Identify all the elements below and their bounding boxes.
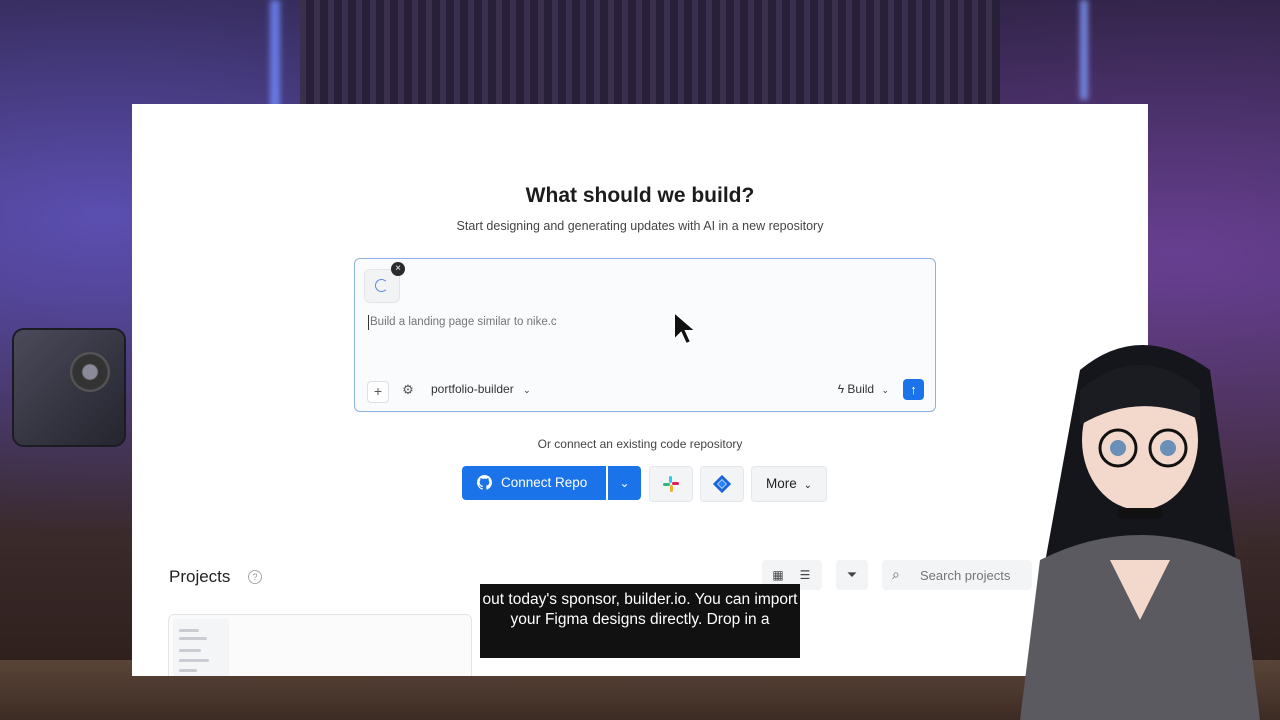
grid-view-icon[interactable]: ▦ <box>770 567 786 583</box>
cursor-icon <box>672 309 699 351</box>
connect-hint: Or connect an existing code repository <box>537 437 743 451</box>
spinner-icon <box>375 279 388 292</box>
page-subtitle: Start designing and generating updates w… <box>456 219 824 233</box>
page-title: What should we build? <box>525 184 755 207</box>
connect-repo-label: Connect Repo <box>501 475 588 490</box>
filter-button[interactable]: ⏷ <box>836 560 868 590</box>
list-view-icon[interactable]: ☰ <box>797 567 813 583</box>
prompt-input[interactable] <box>368 315 772 329</box>
search-icon: ⌕ <box>892 566 900 582</box>
close-icon[interactable]: × <box>391 262 405 276</box>
project-thumbnail <box>173 619 229 676</box>
caption-subtitle: out today's sponsor, builder.io. You can… <box>480 584 800 658</box>
more-label: More <box>766 476 797 491</box>
vtuber-avatar <box>1020 345 1260 720</box>
project-card[interactable] <box>168 614 472 676</box>
slack-button[interactable] <box>649 466 693 502</box>
filter-icon: ⏷ <box>846 567 858 582</box>
help-icon[interactable]: ? <box>248 570 262 584</box>
background-curtain <box>300 0 1000 110</box>
github-icon <box>477 466 492 500</box>
chevron-down-icon: ⌄ <box>523 385 531 395</box>
connect-repo-button[interactable]: Connect Repo <box>462 466 606 500</box>
lightning-icon: ϟ <box>837 382 845 396</box>
chevron-down-icon: ⌄ <box>881 385 889 395</box>
chevron-down-icon: ⌄ <box>619 476 630 490</box>
arrow-up-icon: ↑ <box>910 382 917 397</box>
send-button[interactable]: ↑ <box>903 379 924 400</box>
chevron-down-icon: ⌄ <box>803 480 812 491</box>
projects-heading: Projects <box>169 567 231 586</box>
build-label: Build <box>847 382 875 396</box>
repo-selector[interactable]: portfolio-builder ⌄ <box>431 382 531 396</box>
more-button[interactable]: More ⌄ <box>751 466 827 502</box>
speaker-decoration <box>14 330 124 445</box>
jira-button[interactable] <box>700 466 744 502</box>
prompt-toolbar: + ⚙ portfolio-builder ⌄ ϟ Build ⌄ ↑ <box>355 377 935 403</box>
text-caret <box>368 315 369 330</box>
prompt-box[interactable]: × + ⚙ portfolio-builder ⌄ ϟ Build ⌄ ↑ <box>354 258 936 412</box>
background-light <box>270 0 280 110</box>
connect-dropdown-button[interactable]: ⌄ <box>608 466 641 500</box>
plus-icon[interactable]: + <box>367 381 389 403</box>
slack-icon <box>663 476 679 492</box>
repo-label: portfolio-builder <box>431 382 514 396</box>
background-light <box>1080 0 1088 100</box>
build-mode-selector[interactable]: ϟ Build ⌄ <box>838 382 889 396</box>
settings-icon[interactable]: ⚙ <box>400 382 416 398</box>
jira-icon <box>713 475 731 493</box>
